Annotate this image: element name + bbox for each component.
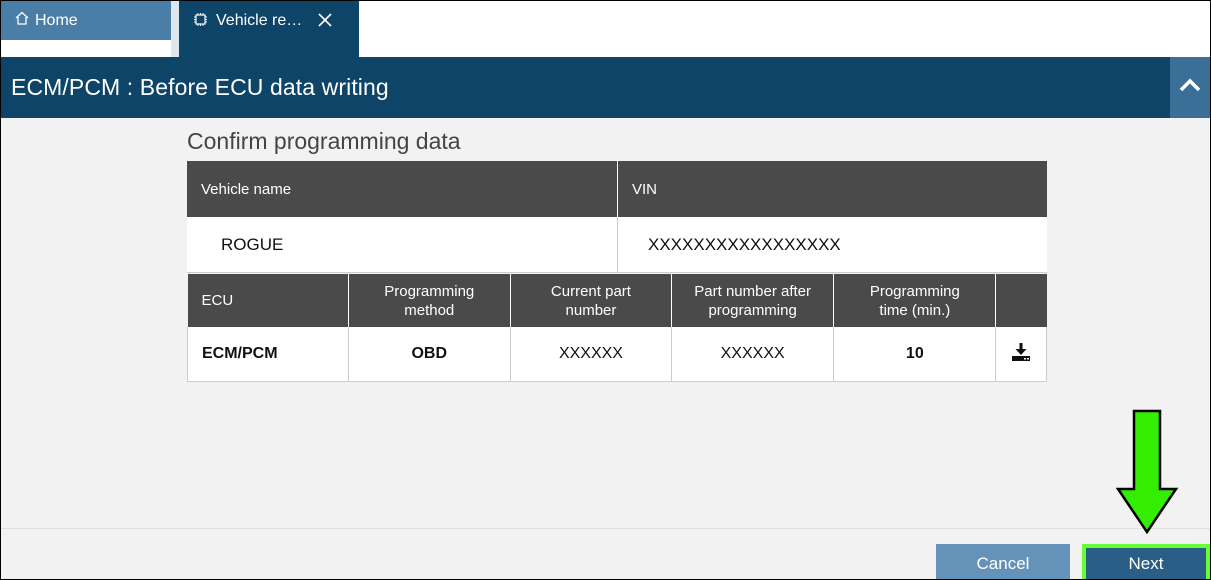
vehicle-table-row: ROGUE XXXXXXXXXXXXXXXXX — [187, 217, 1047, 273]
vehicle-table-header: Vehicle name VIN — [187, 161, 1047, 217]
header-action — [995, 274, 1047, 327]
programming-time-value: 10 — [833, 327, 997, 382]
ecu-programming-table: ECU Programming method Current part number… — [187, 274, 1047, 382]
part-number-after-value: XXXXXX — [671, 327, 835, 382]
tab-vehicle-label: Vehicle re… — [216, 12, 303, 29]
tab-home-label: Home — [35, 11, 78, 29]
table-row: ECM/PCM OBD XXXXXX XXXXXX 10 — [187, 327, 1047, 382]
chip-icon — [193, 12, 208, 32]
down-arrow-annotation — [1115, 409, 1179, 540]
current-part-number-value: XXXXXX — [510, 327, 673, 382]
tab-home[interactable]: Home — [1, 1, 171, 40]
collapse-button[interactable] — [1170, 57, 1210, 118]
app-window: Home Vehicle re… ECM/PCM : Before ECU da… — [0, 0, 1211, 580]
header-vin: VIN — [617, 161, 1047, 217]
header-ecu: ECU — [187, 274, 349, 327]
ecu-value: ECM/PCM — [187, 327, 349, 382]
tab-divider — [171, 1, 179, 57]
chevron-up-icon — [1179, 78, 1201, 97]
cancel-button[interactable]: Cancel — [936, 544, 1070, 579]
page-title: ECM/PCM : Before ECU data writing — [11, 74, 389, 100]
programming-method-value: OBD — [348, 327, 511, 382]
header-vehicle-name: Vehicle name — [187, 161, 618, 217]
vehicle-info-table: Vehicle name VIN ROGUE XXXXXXXXXXXXXXXXX — [187, 161, 1047, 273]
page-header: ECM/PCM : Before ECU data writing — [1, 57, 1210, 118]
header-current-part-number: Current part number — [510, 274, 673, 327]
home-icon — [15, 11, 29, 30]
tab-vehicle[interactable]: Vehicle re… — [179, 1, 359, 57]
vin-value: XXXXXXXXXXXXXXXXX — [617, 217, 1047, 273]
download-button[interactable] — [995, 327, 1047, 382]
ecu-table-header: ECU Programming method Current part number… — [187, 274, 1047, 327]
header-programming-method: Programming method — [348, 274, 511, 327]
section-title: Confirm programming data — [187, 128, 461, 154]
footer-bar: Cancel Next — [1, 528, 1210, 579]
download-icon — [1010, 342, 1032, 367]
next-button[interactable]: Next — [1082, 544, 1210, 579]
vehicle-name-value: ROGUE — [187, 217, 618, 273]
main-content: Confirm programming data Vehicle name VI… — [1, 118, 1210, 528]
header-programming-time: Programming time (min.) — [833, 274, 997, 327]
close-icon[interactable] — [318, 12, 332, 30]
header-part-number-after: Part number after programming — [671, 274, 835, 327]
tab-bar: Home Vehicle re… — [1, 1, 1210, 57]
